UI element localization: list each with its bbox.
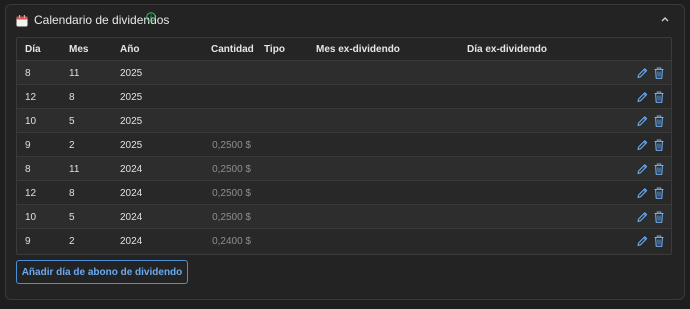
edit-icon[interactable] [636, 210, 648, 224]
edit-icon[interactable] [636, 114, 648, 128]
cell-year: 2024 [120, 164, 143, 175]
header-day[interactable]: Día [25, 44, 41, 55]
header-month[interactable]: Mes [69, 44, 88, 55]
info-icon[interactable] [146, 12, 156, 22]
cell-day: 10 [25, 212, 37, 223]
trash-icon[interactable] [653, 90, 665, 104]
cell-month: 5 [69, 116, 75, 127]
cell-day: 10 [25, 116, 37, 127]
cell-year: 2025 [120, 68, 143, 79]
table-row: 9 2 2025 0,2500 $ [17, 133, 671, 157]
trash-icon[interactable] [653, 138, 665, 152]
cell-amount: 0,2500 $ [212, 188, 251, 199]
cell-month: 5 [69, 212, 75, 223]
trash-icon[interactable] [653, 234, 665, 248]
header-type[interactable]: Tipo [264, 44, 285, 55]
cell-month: 8 [69, 188, 75, 199]
edit-icon[interactable] [636, 234, 648, 248]
header-ex-month[interactable]: Mes ex-dividendo [316, 44, 400, 55]
trash-icon[interactable] [653, 186, 665, 200]
cell-month: 11 [69, 164, 80, 175]
add-dividend-day-button[interactable]: Añadir día de abono de dividendo [16, 260, 188, 284]
table-row: 12 8 2024 0,2500 $ [17, 181, 671, 205]
cell-year: 2025 [120, 92, 143, 103]
cell-amount: 0,2500 $ [212, 212, 251, 223]
cell-amount: 0,2400 $ [212, 236, 251, 247]
cell-amount: 0,2500 $ [212, 140, 251, 151]
chevron-up-icon[interactable] [660, 15, 670, 23]
cell-day: 12 [25, 188, 37, 199]
table-row: 8 11 2025 [17, 61, 671, 85]
cell-year: 2024 [120, 188, 143, 199]
trash-icon[interactable] [653, 114, 665, 128]
cell-month: 2 [69, 140, 75, 151]
table-row: 10 5 2025 [17, 109, 671, 133]
edit-icon[interactable] [636, 138, 648, 152]
cell-year: 2024 [120, 236, 143, 247]
header-amount[interactable]: Cantidad [211, 44, 254, 55]
trash-icon[interactable] [653, 162, 665, 176]
cell-day: 8 [25, 68, 31, 79]
cell-year: 2025 [120, 140, 143, 151]
table-row: 9 2 2024 0,2400 $ [17, 229, 671, 253]
cell-month: 8 [69, 92, 75, 103]
cell-day: 9 [25, 236, 31, 247]
panel-header[interactable]: Calendario de dividendos [6, 5, 684, 35]
table-row: 10 5 2024 0,2500 $ [17, 205, 671, 229]
cell-month: 2 [69, 236, 75, 247]
calendar-icon [16, 15, 28, 27]
edit-icon[interactable] [636, 66, 648, 80]
table-row: 12 8 2025 [17, 85, 671, 109]
table-header: Día Mes Año Cantidad Tipo Mes ex-dividen… [17, 38, 671, 61]
cell-day: 9 [25, 140, 31, 151]
cell-year: 2025 [120, 116, 143, 127]
table-row: 8 11 2024 0,2500 $ [17, 157, 671, 181]
cell-year: 2024 [120, 212, 143, 223]
dividend-calendar-panel: Calendario de dividendos Día Mes Año Can… [5, 4, 685, 300]
dividend-table: Día Mes Año Cantidad Tipo Mes ex-dividen… [16, 37, 672, 255]
cell-amount: 0,2500 $ [212, 164, 251, 175]
trash-icon[interactable] [653, 210, 665, 224]
cell-day: 12 [25, 92, 37, 103]
cell-month: 11 [69, 68, 80, 79]
header-ex-day[interactable]: Día ex-dividendo [467, 44, 547, 55]
trash-icon[interactable] [653, 66, 665, 80]
edit-icon[interactable] [636, 90, 648, 104]
header-year[interactable]: Año [120, 44, 139, 55]
edit-icon[interactable] [636, 162, 648, 176]
edit-icon[interactable] [636, 186, 648, 200]
cell-day: 8 [25, 164, 31, 175]
